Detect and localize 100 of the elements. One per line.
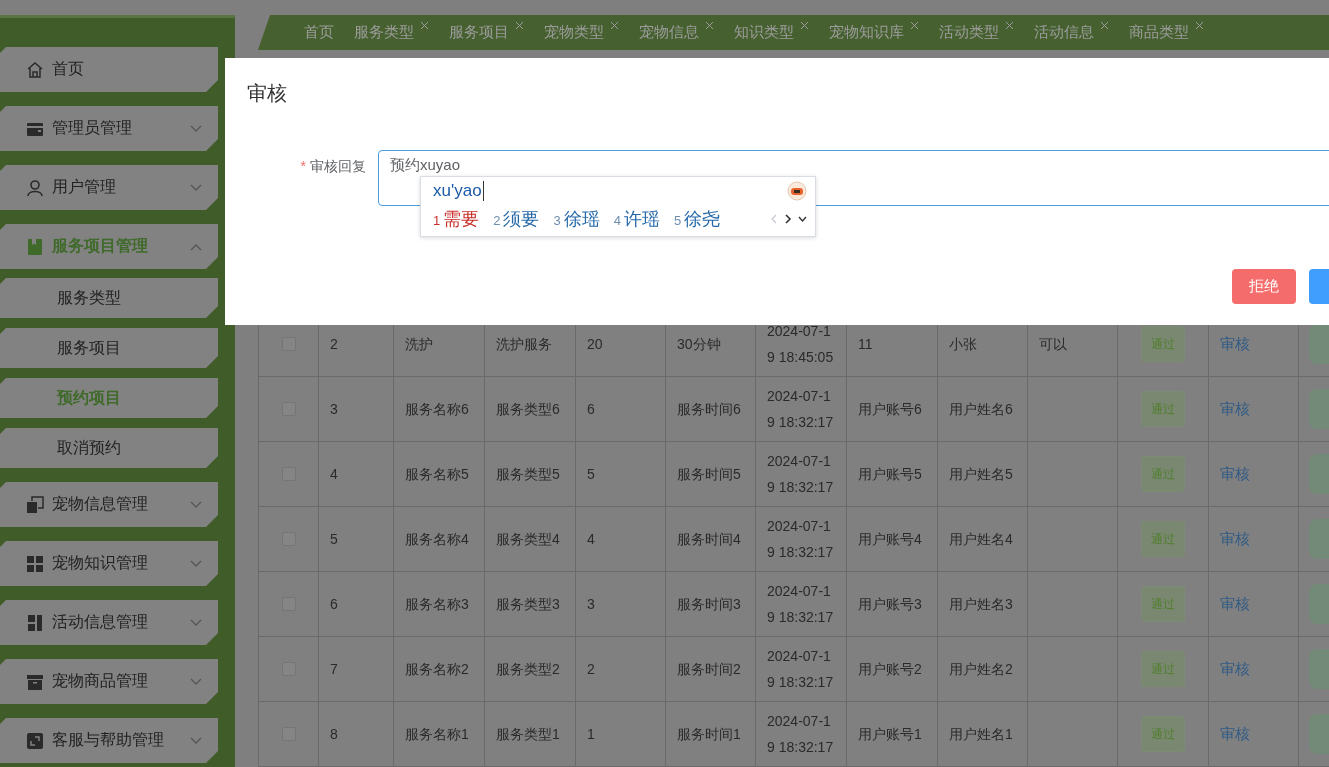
sidebar-item[interactable]: 客服与帮助管理: [0, 718, 218, 763]
review-link[interactable]: 审核: [1220, 464, 1250, 484]
tab[interactable]: 活动类型: [939, 23, 1014, 42]
close-icon[interactable]: [910, 21, 919, 30]
prev-icon[interactable]: [770, 213, 779, 225]
tab[interactable]: 商品类型: [1129, 23, 1204, 42]
sidebar-subitem[interactable]: 预约项目: [0, 378, 218, 418]
close-icon[interactable]: [610, 21, 619, 30]
close-icon[interactable]: [1195, 21, 1204, 30]
tab[interactable]: 知识类型: [734, 23, 809, 42]
chevron-icon: [190, 736, 202, 745]
close-icon[interactable]: [1100, 21, 1109, 30]
mascot-icon: [787, 181, 807, 201]
tab[interactable]: 活动信息: [1034, 23, 1109, 42]
table-cell-text: 2024-07-19 18:32:17: [767, 452, 835, 497]
sidebar-subitem[interactable]: 取消预约: [0, 428, 218, 468]
sidebar-item[interactable]: 服务项目管理: [0, 224, 218, 269]
sidebar-item[interactable]: 宠物商品管理: [0, 659, 218, 704]
table-cell-text: 30分钟: [677, 335, 721, 354]
tab[interactable]: 首页: [304, 23, 334, 42]
table-cell-text: 洗护: [405, 335, 433, 354]
tab[interactable]: 宠物知识库: [829, 23, 919, 42]
tab[interactable]: 服务项目: [449, 23, 524, 42]
table-cell-text: 8: [330, 725, 338, 744]
reject-button[interactable]: 拒绝: [1232, 269, 1296, 304]
close-icon[interactable]: [705, 21, 714, 30]
table-cell-text: 小张: [949, 335, 977, 354]
sidebar-item[interactable]: 活动信息管理: [0, 600, 218, 645]
table-cell-text: 用户姓名4: [949, 530, 1013, 549]
chevron-icon: [190, 677, 202, 686]
table-cell-text: 洗护服务: [496, 335, 552, 354]
table-cell-text: 服务类型4: [496, 530, 560, 549]
chevron-icon: [190, 559, 202, 568]
next-icon[interactable]: [784, 213, 793, 225]
ime-candidate[interactable]: 1 需要: [433, 207, 480, 231]
table-cell-text: 20: [587, 335, 603, 354]
table-cell-text: 服务名称3: [405, 595, 469, 614]
ime-candidate[interactable]: 5 徐尧: [673, 207, 721, 231]
layout-icon: [26, 613, 44, 632]
sidebar-item[interactable]: 宠物知识管理: [0, 541, 218, 586]
tab[interactable]: 服务类型: [354, 23, 429, 42]
table-cell-text: 3: [587, 595, 595, 614]
table-cell-text: 服务时间4: [677, 530, 741, 549]
table-cell-text: 服务类型6: [496, 400, 560, 419]
review-link[interactable]: 审核: [1220, 594, 1250, 614]
ime-candidate[interactable]: 4 许瑶: [613, 207, 660, 231]
table-cell-text: 2024-07-19 18:32:17: [767, 517, 835, 562]
review-link[interactable]: 审核: [1220, 659, 1250, 679]
table-cell-text: 3: [330, 400, 338, 419]
table-cell-text: 2: [587, 660, 595, 679]
status-tag: 通过: [1141, 326, 1185, 362]
table-cell-text: 用户姓名2: [949, 660, 1013, 679]
review-link[interactable]: 审核: [1220, 529, 1250, 549]
table-cell-text: 服务时间6: [677, 400, 741, 419]
table-cell-text: 用户姓名6: [949, 400, 1013, 419]
table-cell-text: 2024-07-19 18:45:05: [767, 322, 835, 367]
review-link[interactable]: 审核: [1220, 399, 1250, 419]
close-icon[interactable]: [515, 21, 524, 30]
sidebar-item[interactable]: 首页: [0, 47, 218, 92]
table-cell-text: 可以: [1039, 335, 1067, 354]
table-cell-text: 5: [587, 465, 595, 484]
chevron-icon: [190, 124, 202, 133]
required-mark: *: [300, 158, 306, 174]
status-tag: 通过: [1141, 521, 1185, 557]
table-cell-text: 6: [330, 595, 338, 614]
archive-icon: [26, 672, 44, 691]
table-cell-text: 用户姓名3: [949, 595, 1013, 614]
table-cell-text: 6: [587, 400, 595, 419]
table-cell-text: 用户姓名1: [949, 725, 1013, 744]
sidebar-item[interactable]: 宠物信息管理: [0, 482, 218, 527]
table-cell-text: 服务名称2: [405, 660, 469, 679]
table-cell-text: 服务名称4: [405, 530, 469, 549]
status-tag: 通过: [1141, 716, 1185, 752]
status-tag: 通过: [1141, 651, 1185, 687]
close-icon[interactable]: [800, 21, 809, 30]
close-icon[interactable]: [1005, 21, 1014, 30]
table-cell-text: 4: [587, 530, 595, 549]
sidebar-item[interactable]: 管理员管理: [0, 106, 218, 151]
ime-candidate[interactable]: 3 徐瑶: [553, 207, 600, 231]
ime-composition: xu'yao: [433, 181, 484, 201]
table-cell-text: 用户姓名5: [949, 465, 1013, 484]
ime-candidate[interactable]: 2 须要: [493, 207, 540, 231]
tab[interactable]: 宠物类型: [544, 23, 619, 42]
tab[interactable]: 宠物信息: [639, 23, 714, 42]
table-cell-text: 用户账号1: [858, 725, 922, 744]
review-link[interactable]: 审核: [1220, 724, 1250, 744]
chevron-icon: [190, 183, 202, 192]
table-cell-text: 服务时间5: [677, 465, 741, 484]
review-link[interactable]: 审核: [1220, 334, 1250, 354]
sidebar-subitem[interactable]: 服务项目: [0, 328, 218, 368]
sidebar-item[interactable]: 用户管理: [0, 165, 218, 210]
table-cell-text: 服务名称5: [405, 465, 469, 484]
status-tag: 通过: [1141, 391, 1185, 427]
close-icon[interactable]: [420, 21, 429, 30]
sidebar-subitem[interactable]: 服务类型: [0, 278, 218, 318]
table-cell-text: 用户账号2: [858, 660, 922, 679]
table-cell-text: 7: [330, 660, 338, 679]
table-cell-text: 服务时间1: [677, 725, 741, 744]
table-cell-text: 2024-07-19 18:32:17: [767, 647, 835, 692]
grid-icon: [26, 554, 44, 573]
